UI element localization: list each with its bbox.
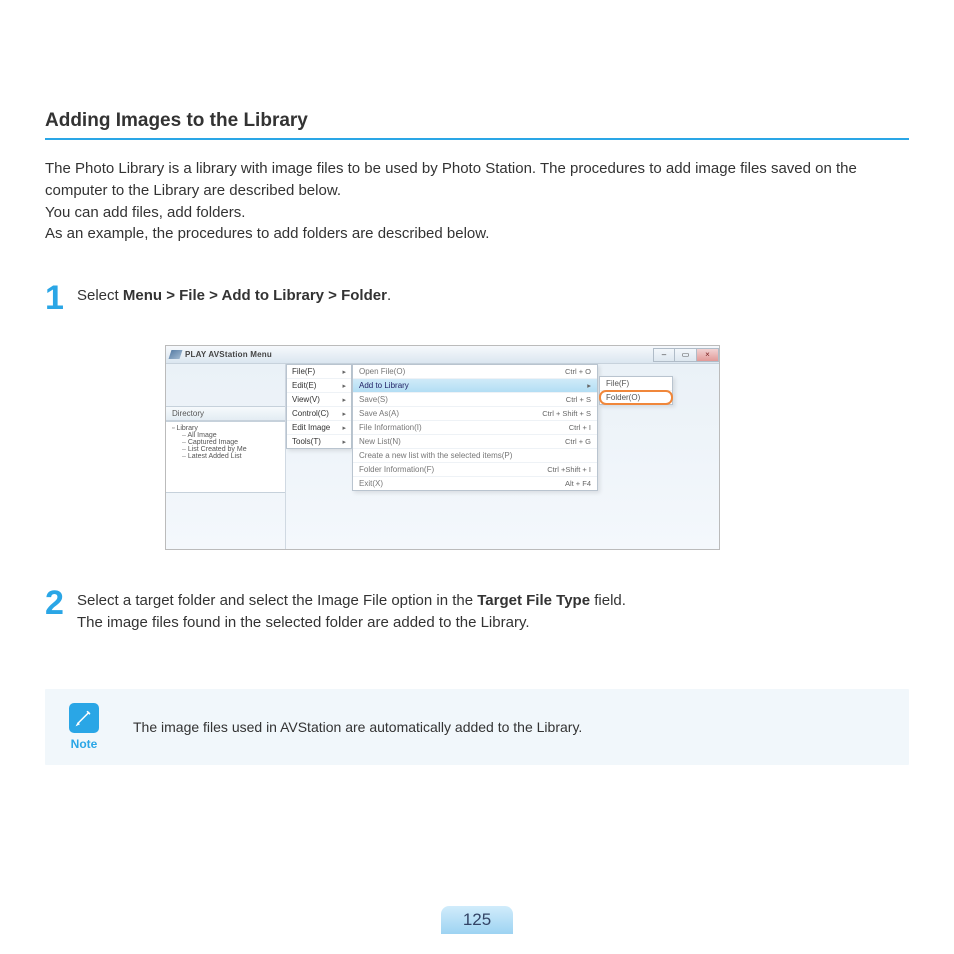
chevron-right-icon: ▸ <box>342 368 346 376</box>
minimize-button[interactable]: – <box>653 348 675 362</box>
submenu-label: Exit(X) <box>359 479 383 488</box>
submenu-item-newlist[interactable]: New List(N) Ctrl + G <box>353 435 597 449</box>
directory-tree: Library All Image Captured Image List Cr… <box>166 421 285 493</box>
submenu-item-folderinfo[interactable]: Folder Information(F) Ctrl +Shift + I <box>353 463 597 477</box>
submenu-item-openfile[interactable]: Open File(O) Ctrl + O <box>353 365 597 379</box>
menu-item-control[interactable]: Control(C) ▸ <box>287 407 351 421</box>
close-button[interactable]: × <box>697 348 719 362</box>
step-body: Select a target folder and select the Im… <box>77 590 626 634</box>
shortcut: Ctrl + O <box>565 367 591 376</box>
main-area: Directory Library All Image Captured Ima… <box>166 364 719 549</box>
step1-bold: Menu > File > Add to Library > Folder <box>123 287 387 304</box>
content-area: File(F) ▸ Edit(E) ▸ View(V) ▸ Control(C) ▸ E… <box>286 364 719 549</box>
note-badge: Note <box>69 703 99 751</box>
app-window: PLAY AVStation Menu – ▭ × Directory Libr… <box>166 346 719 549</box>
step-number: 1 <box>45 281 77 315</box>
window-buttons: – ▭ × <box>653 348 719 362</box>
window-title: PLAY AVStation Menu <box>185 350 272 359</box>
chevron-right-icon: ▸ <box>342 410 346 418</box>
menu-level-1: File(F) ▸ Edit(E) ▸ View(V) ▸ Control(C) ▸ E… <box>286 364 352 449</box>
submenu2-item-file[interactable]: File(F) <box>600 377 672 391</box>
note-bar: Note The image files used in AVStation a… <box>45 689 909 765</box>
chevron-right-icon: ▸ <box>342 396 346 404</box>
menu-item-file[interactable]: File(F) ▸ <box>287 365 351 379</box>
page-number: 125 <box>441 906 513 934</box>
submenu-label: Save As(A) <box>359 409 399 418</box>
menu-item-tools[interactable]: Tools(T) ▸ <box>287 435 351 448</box>
submenu2-item-folder[interactable]: Folder(O) <box>600 391 672 404</box>
step1-suffix: . <box>387 287 391 304</box>
intro-p3: As an example, the procedures to add fol… <box>45 223 909 245</box>
submenu-label: Folder Information(F) <box>359 465 434 474</box>
shortcut: Ctrl + I <box>569 423 591 432</box>
menu-label: Control(C) <box>292 409 329 418</box>
menu-label: Tools(T) <box>292 437 321 446</box>
submenu-label: Add to Library <box>359 381 409 390</box>
note-icon <box>69 703 99 733</box>
menu-item-edit[interactable]: Edit(E) ▸ <box>287 379 351 393</box>
step-1: 1 Select Menu > File > Add to Library > … <box>45 285 909 315</box>
intro-p1: The Photo Library is a library with imag… <box>45 158 909 202</box>
shortcut: Ctrl + G <box>565 437 591 446</box>
intro-p2: You can add files, add folders. <box>45 202 909 224</box>
submenu-item-saveas[interactable]: Save As(A) Ctrl + Shift + S <box>353 407 597 421</box>
menu-label: View(V) <box>292 395 320 404</box>
submenu-item-exit[interactable]: Exit(X) Alt + F4 <box>353 477 597 490</box>
menu-item-view[interactable]: View(V) ▸ <box>287 393 351 407</box>
intro-block: The Photo Library is a library with imag… <box>45 158 909 245</box>
menu-level-3: File(F) Folder(O) <box>599 376 673 405</box>
titlebar: PLAY AVStation Menu – ▭ × <box>166 346 719 364</box>
chevron-right-icon: ▸ <box>342 424 346 432</box>
step2-l1-prefix: Select a target folder and select the Im… <box>77 592 477 609</box>
menu-item-editimage[interactable]: Edit Image ▸ <box>287 421 351 435</box>
step-2: 2 Select a target folder and select the … <box>45 590 909 634</box>
submenu-item-createlist[interactable]: Create a new list with the selected item… <box>353 449 597 463</box>
submenu-item-save[interactable]: Save(S) Ctrl + S <box>353 393 597 407</box>
step2-l1-bold: Target File Type <box>477 592 590 609</box>
menu-label: Edit(E) <box>292 381 316 390</box>
step2-line2: The image files found in the selected fo… <box>77 612 626 634</box>
tree-item[interactable]: All Image <box>182 432 279 439</box>
submenu-item-addtolibrary[interactable]: Add to Library ▸ <box>353 379 597 393</box>
step1-prefix: Select <box>77 287 123 304</box>
submenu-label: New List(N) <box>359 437 401 446</box>
submenu-label: Open File(O) <box>359 367 405 376</box>
screenshot: PLAY AVStation Menu – ▭ × Directory Libr… <box>165 345 720 550</box>
step-number: 2 <box>45 586 77 620</box>
step2-l1-suffix: field. <box>590 592 626 609</box>
submenu-label: Create a new list with the selected item… <box>359 451 512 460</box>
shortcut: Alt + F4 <box>565 479 591 488</box>
tree-item[interactable]: Latest Added List <box>182 453 279 460</box>
menu-label: Edit Image <box>292 423 330 432</box>
shortcut: Ctrl + Shift + S <box>542 409 591 418</box>
maximize-button[interactable]: ▭ <box>675 348 697 362</box>
section-title: Adding Images to the Library <box>45 110 909 140</box>
tree-children: All Image Captured Image List Created by… <box>172 432 279 460</box>
shortcut: Ctrl + S <box>566 395 591 404</box>
submenu-item-fileinfo[interactable]: File Information(I) Ctrl + I <box>353 421 597 435</box>
note-label: Note <box>69 737 99 751</box>
menu-level-2: Open File(O) Ctrl + O Add to Library ▸ Sav… <box>352 364 598 491</box>
tree-item[interactable]: Captured Image <box>182 439 279 446</box>
submenu-label: Save(S) <box>359 395 388 404</box>
chevron-right-icon: ▸ <box>342 382 346 390</box>
app-logo-icon <box>169 350 183 359</box>
menu-label: File(F) <box>292 367 315 376</box>
chevron-right-icon: ▸ <box>587 381 591 390</box>
tree-root[interactable]: Library <box>172 425 279 432</box>
tree-item[interactable]: List Created by Me <box>182 446 279 453</box>
submenu-label: File Information(I) <box>359 423 422 432</box>
directory-label: Directory <box>166 406 285 421</box>
sidebar: Directory Library All Image Captured Ima… <box>166 364 286 549</box>
step-body: Select Menu > File > Add to Library > Fo… <box>77 285 391 307</box>
shortcut: Ctrl +Shift + I <box>547 465 591 474</box>
note-text: The image files used in AVStation are au… <box>133 719 582 735</box>
chevron-right-icon: ▸ <box>342 438 346 446</box>
